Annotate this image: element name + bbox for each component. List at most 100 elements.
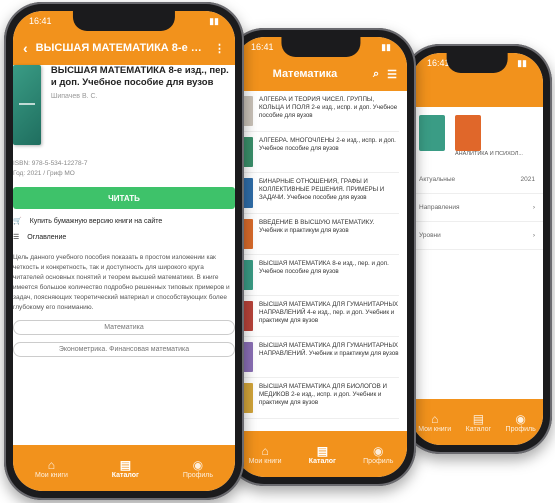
list-item[interactable]: БИНАРНЫЕ ОТНОШЕНИЯ, ГРАФЫ И КОЛЛЕКТИВНЫЕ… (243, 173, 399, 214)
option-row[interactable]: Направления › (411, 194, 543, 222)
home-icon: ⌂ (47, 457, 56, 472)
phone-2-screen: 16:41 ▮▮ Математика ⌕ ☰ АЛГЕБРА И ТЕОРИЯ… (235, 37, 407, 477)
status-icons: ▮▮ (209, 15, 219, 26)
phone-3: 16:41 ▮▮ АНАЛИТИКА И ПСИХОЛ... Актуальны… (402, 44, 552, 454)
book-thumb (243, 219, 253, 249)
option-label: Уровни (419, 232, 441, 239)
phone-2-title: Математика (272, 68, 338, 80)
profile-icon: ◉ (192, 457, 204, 472)
phone-1-app-bar: ‹ ВЫСШАЯ МАТЕМАТИКА 8-е изд... ⋮ (13, 31, 235, 65)
phone-3-screen: 16:41 ▮▮ АНАЛИТИКА И ПСИХОЛ... Актуальны… (411, 53, 543, 445)
tab-label: Профиль (182, 471, 214, 479)
phone-3-app-bar (411, 73, 543, 107)
catalog-icon: ▤ (316, 443, 329, 458)
read-button[interactable]: ЧИТАТЬ (13, 187, 235, 209)
phone-3-tab-bar: ⌂ Мои книги ▤ Каталог ◉ Профиль (411, 399, 543, 445)
option-row[interactable]: Уровни › (411, 222, 543, 250)
status-icons: ▮▮ (517, 57, 527, 68)
list-item-title: ВЫСШАЯ МАТЕМАТИКА ДЛЯ ГУМАНИТАРНЫХ НАПРА… (259, 301, 399, 324)
list-item[interactable]: АЛГЕБРА И ТЕОРИЯ ЧИСЕЛ. ГРУППЫ, КОЛЬЦА И… (243, 91, 399, 132)
home-icon: ⌂ (261, 443, 269, 458)
book-meta: ISBN: 978-5-534-12278-7 Год: 2021 / Гриф… (13, 159, 235, 179)
list-icon: ☰ (13, 234, 20, 241)
option-row[interactable]: Актуальные 2021 (411, 166, 543, 194)
tab-label: Мои книги (248, 457, 282, 465)
tab-profile[interactable]: ◉ Профиль (506, 412, 536, 433)
phone-3-notch (446, 53, 508, 73)
book-thumb (243, 137, 253, 167)
tab-catalog[interactable]: ▤ Каталог (466, 412, 491, 433)
mini-book-cover (455, 115, 481, 151)
tab-my-books[interactable]: ⌂ Мои книги (249, 444, 282, 465)
book-year: Год: 2021 / Гриф МО (13, 170, 75, 177)
category-chip[interactable]: Математика (13, 320, 235, 335)
list-item-title: ВВЕДЕНИЕ В ВЫСШУЮ МАТЕМАТИКУ. Учебник и … (259, 219, 375, 234)
buy-print-link[interactable]: 🛒 Купить бумажную версию книги на сайте (13, 217, 235, 226)
tab-label: Мои книги (418, 425, 452, 433)
profile-icon: ◉ (515, 411, 526, 426)
book-isbn: ISBN: 978-5-534-12278-7 (13, 160, 88, 167)
toc-link[interactable]: ☰ Оглавление (13, 233, 235, 242)
list-item[interactable]: ВЫСШАЯ МАТЕМАТИКА ДЛЯ ГУМАНИТАРНЫХ НАПРА… (243, 337, 399, 378)
phone-2-tab-bar: ⌂ Мои книги ▤ Каталог ◉ Профиль (235, 431, 407, 477)
tab-label: Каталог (308, 457, 336, 465)
filter-icon[interactable]: ☰ (387, 68, 397, 81)
list-item[interactable]: ВВЕДЕНИЕ В ВЫСШУЮ МАТЕМАТИКУ. Учебник и … (243, 214, 399, 255)
option-value: 2021 (520, 176, 535, 183)
list-item[interactable]: АЛГЕБРА. МНОГОЧЛЕНЫ 2-е изд., испр. и до… (243, 132, 399, 173)
mini-book-1[interactable] (419, 115, 445, 158)
home-icon: ⌂ (431, 411, 439, 426)
tab-label: Мои книги (34, 471, 68, 479)
tab-my-books[interactable]: ⌂ Мои книги (418, 412, 451, 433)
tab-catalog[interactable]: ▤ Каталог (309, 444, 336, 465)
category-chip[interactable]: Эконометрика. Финансовая математика (13, 342, 235, 357)
chevron-right-icon: › (532, 232, 535, 239)
list-item-title: ВЫСШАЯ МАТЕМАТИКА ДЛЯ БИОЛОГОВ И МЕДИКОВ… (259, 383, 387, 406)
book-author[interactable]: Шипачев В. С. (51, 93, 235, 100)
book-thumb (243, 96, 253, 126)
list-item-title: ВЫСШАЯ МАТЕМАТИКА ДЛЯ ГУМАНИТАРНЫХ НАПРА… (259, 342, 399, 357)
list-item[interactable]: ВЫСШАЯ МАТЕМАТИКА 8-е изд., пер. и доп. … (243, 255, 399, 296)
book-thumb (243, 260, 253, 290)
option-label: Актуальные (419, 176, 456, 183)
tab-profile[interactable]: ◉ Профиль (363, 444, 393, 465)
phone-2-notch (281, 37, 361, 57)
tab-profile[interactable]: ◉ Профиль (183, 458, 213, 479)
list-item[interactable]: ВЫСШАЯ МАТЕМАТИКА ДЛЯ ГУМАНИТАРНЫХ НАПРА… (243, 296, 399, 337)
toc-label: Оглавление (27, 233, 67, 241)
list-item-title: БИНАРНЫЕ ОТНОШЕНИЯ, ГРАФЫ И КОЛЛЕКТИВНЫЕ… (259, 178, 385, 201)
tab-label: Профиль (363, 457, 394, 465)
book-cover (13, 65, 41, 145)
book-title: ВЫСШАЯ МАТЕМАТИКА 8-е изд., пер. и доп. … (50, 65, 229, 88)
more-menu-icon[interactable]: ⋮ (214, 42, 225, 55)
phone-2-app-bar: Математика ⌕ ☰ (235, 57, 407, 91)
list-item-title: ВЫСШАЯ МАТЕМАТИКА 8-е изд., пер. и доп. … (259, 260, 389, 275)
phone-1-tab-bar: ⌂ Мои книги ▤ Каталог ◉ Профиль (13, 445, 235, 491)
tab-label: Профиль (505, 425, 536, 433)
catalog-icon: ▤ (472, 411, 485, 426)
back-arrow-icon[interactable]: ‹ (23, 40, 28, 56)
status-time: 16:41 (251, 42, 274, 52)
mini-book-2[interactable]: АНАЛИТИКА И ПСИХОЛ... (455, 115, 523, 158)
book-thumb (243, 178, 253, 208)
tab-my-books[interactable]: ⌂ Мои книги (35, 458, 68, 479)
book-detail: ВЫСШАЯ МАТЕМАТИКА 8-е изд., пер. и доп. … (13, 65, 235, 357)
book-thumb (243, 342, 253, 372)
option-label: Направления (419, 204, 460, 211)
mini-book-title: АНАЛИТИКА И ПСИХОЛ... (455, 151, 523, 157)
phone-1: 16:41 ▮▮ ‹ ВЫСШАЯ МАТЕМАТИКА 8-е изд... … (4, 2, 244, 500)
tab-label: Каталог (465, 425, 492, 433)
status-icons: ▮▮ (381, 41, 391, 52)
phone-1-title: ВЫСШАЯ МАТЕМАТИКА 8-е изд... (35, 42, 206, 54)
phone-2: 16:41 ▮▮ Математика ⌕ ☰ АЛГЕБРА И ТЕОРИЯ… (226, 28, 416, 486)
search-icon[interactable]: ⌕ (373, 68, 379, 81)
book-thumb (243, 301, 253, 331)
chevron-right-icon: › (532, 204, 535, 211)
phone-3-book-shelf: АНАЛИТИКА И ПСИХОЛ... (411, 107, 543, 166)
cart-icon: 🛒 (13, 218, 22, 225)
list-item[interactable]: ВЫСШАЯ МАТЕМАТИКА ДЛЯ БИОЛОГОВ И МЕДИКОВ… (243, 378, 399, 419)
tab-label: Каталог (111, 471, 139, 479)
tab-catalog[interactable]: ▤ Каталог (112, 458, 139, 479)
book-description: Цель данного учебного пособия показать в… (13, 254, 230, 311)
catalog-icon: ▤ (119, 457, 132, 472)
